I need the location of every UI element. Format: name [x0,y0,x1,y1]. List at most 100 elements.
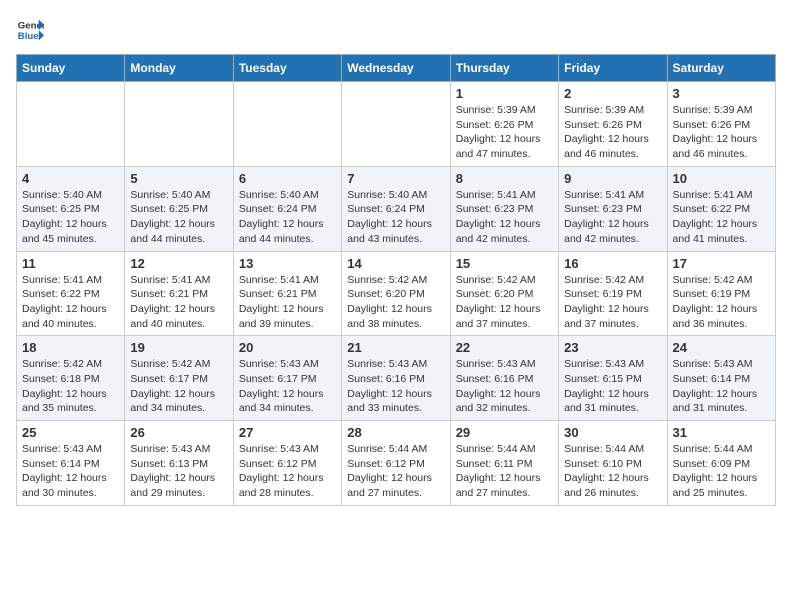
day-number: 26 [130,425,227,440]
header-day-wednesday: Wednesday [342,55,450,82]
calendar-cell: 26 Sunrise: 5:43 AM Sunset: 6:13 PM Dayli… [125,421,233,506]
logo: General Blue [16,16,48,44]
calendar-cell: 31 Sunrise: 5:44 AM Sunset: 6:09 PM Dayli… [667,421,775,506]
day-number: 9 [564,171,661,186]
day-info: Sunrise: 5:41 AM Sunset: 6:21 PM Dayligh… [239,273,336,332]
calendar-cell: 21 Sunrise: 5:43 AM Sunset: 6:16 PM Dayli… [342,336,450,421]
day-info: Sunrise: 5:40 AM Sunset: 6:25 PM Dayligh… [22,188,119,247]
day-number: 22 [456,340,553,355]
calendar-cell: 7 Sunrise: 5:40 AM Sunset: 6:24 PM Daylig… [342,166,450,251]
day-info: Sunrise: 5:42 AM Sunset: 6:17 PM Dayligh… [130,357,227,416]
day-info: Sunrise: 5:40 AM Sunset: 6:24 PM Dayligh… [239,188,336,247]
calendar-table: SundayMondayTuesdayWednesdayThursdayFrid… [16,54,776,506]
calendar-cell: 24 Sunrise: 5:43 AM Sunset: 6:14 PM Dayli… [667,336,775,421]
calendar-cell: 23 Sunrise: 5:43 AM Sunset: 6:15 PM Dayli… [559,336,667,421]
day-info: Sunrise: 5:41 AM Sunset: 6:22 PM Dayligh… [673,188,770,247]
day-info: Sunrise: 5:43 AM Sunset: 6:14 PM Dayligh… [673,357,770,416]
calendar-cell: 8 Sunrise: 5:41 AM Sunset: 6:23 PM Daylig… [450,166,558,251]
day-number: 31 [673,425,770,440]
day-number: 17 [673,256,770,271]
day-number: 8 [456,171,553,186]
day-info: Sunrise: 5:44 AM Sunset: 6:11 PM Dayligh… [456,442,553,501]
day-number: 10 [673,171,770,186]
calendar-cell: 6 Sunrise: 5:40 AM Sunset: 6:24 PM Daylig… [233,166,341,251]
day-info: Sunrise: 5:39 AM Sunset: 6:26 PM Dayligh… [673,103,770,162]
day-info: Sunrise: 5:41 AM Sunset: 6:22 PM Dayligh… [22,273,119,332]
day-number: 29 [456,425,553,440]
day-number: 18 [22,340,119,355]
day-info: Sunrise: 5:44 AM Sunset: 6:12 PM Dayligh… [347,442,444,501]
day-info: Sunrise: 5:42 AM Sunset: 6:19 PM Dayligh… [564,273,661,332]
calendar-cell: 17 Sunrise: 5:42 AM Sunset: 6:19 PM Dayli… [667,251,775,336]
calendar-cell: 4 Sunrise: 5:40 AM Sunset: 6:25 PM Daylig… [17,166,125,251]
calendar-cell: 25Sunrise: 5:43 AM Sunset: 6:14 PM Dayli… [17,421,125,506]
header-day-monday: Monday [125,55,233,82]
day-info: Sunrise: 5:43 AM Sunset: 6:17 PM Dayligh… [239,357,336,416]
calendar-cell: 9 Sunrise: 5:41 AM Sunset: 6:23 PM Daylig… [559,166,667,251]
day-number: 16 [564,256,661,271]
calendar-cell [125,82,233,167]
logo-icon: General Blue [16,16,44,44]
day-info: Sunrise: 5:43 AM Sunset: 6:14 PM Dayligh… [22,442,119,501]
calendar-cell: 19 Sunrise: 5:42 AM Sunset: 6:17 PM Dayli… [125,336,233,421]
day-info: Sunrise: 5:43 AM Sunset: 6:12 PM Dayligh… [239,442,336,501]
day-number: 5 [130,171,227,186]
day-number: 23 [564,340,661,355]
header-day-friday: Friday [559,55,667,82]
calendar-week-row: 25Sunrise: 5:43 AM Sunset: 6:14 PM Dayli… [17,421,776,506]
day-info: Sunrise: 5:41 AM Sunset: 6:23 PM Dayligh… [456,188,553,247]
day-number: 30 [564,425,661,440]
day-number: 24 [673,340,770,355]
day-number: 21 [347,340,444,355]
calendar-cell [17,82,125,167]
day-number: 27 [239,425,336,440]
day-info: Sunrise: 5:41 AM Sunset: 6:23 PM Dayligh… [564,188,661,247]
day-number: 4 [22,171,119,186]
day-info: Sunrise: 5:44 AM Sunset: 6:10 PM Dayligh… [564,442,661,501]
day-info: Sunrise: 5:43 AM Sunset: 6:16 PM Dayligh… [456,357,553,416]
calendar-cell: 3 Sunrise: 5:39 AM Sunset: 6:26 PM Daylig… [667,82,775,167]
calendar-cell: 14 Sunrise: 5:42 AM Sunset: 6:20 PM Dayli… [342,251,450,336]
day-number: 7 [347,171,444,186]
header-day-sunday: Sunday [17,55,125,82]
day-info: Sunrise: 5:42 AM Sunset: 6:19 PM Dayligh… [673,273,770,332]
calendar-cell: 16 Sunrise: 5:42 AM Sunset: 6:19 PM Dayli… [559,251,667,336]
header-day-thursday: Thursday [450,55,558,82]
calendar-cell: 27 Sunrise: 5:43 AM Sunset: 6:12 PM Dayli… [233,421,341,506]
calendar-cell: 2 Sunrise: 5:39 AM Sunset: 6:26 PM Daylig… [559,82,667,167]
day-number: 15 [456,256,553,271]
day-number: 13 [239,256,336,271]
calendar-cell [233,82,341,167]
calendar-cell: 18 Sunrise: 5:42 AM Sunset: 6:18 PM Dayli… [17,336,125,421]
calendar-week-row: 1Sunrise: 5:39 AM Sunset: 6:26 PM Daylig… [17,82,776,167]
header-day-saturday: Saturday [667,55,775,82]
day-info: Sunrise: 5:42 AM Sunset: 6:18 PM Dayligh… [22,357,119,416]
calendar-cell: 15 Sunrise: 5:42 AM Sunset: 6:20 PM Dayli… [450,251,558,336]
calendar-cell: 22 Sunrise: 5:43 AM Sunset: 6:16 PM Dayli… [450,336,558,421]
day-number: 3 [673,86,770,101]
day-number: 19 [130,340,227,355]
calendar-cell: 1Sunrise: 5:39 AM Sunset: 6:26 PM Daylig… [450,82,558,167]
day-number: 11 [22,256,119,271]
calendar-cell: 28Sunrise: 5:44 AM Sunset: 6:12 PM Dayli… [342,421,450,506]
day-info: Sunrise: 5:41 AM Sunset: 6:21 PM Dayligh… [130,273,227,332]
day-info: Sunrise: 5:39 AM Sunset: 6:26 PM Dayligh… [456,103,553,162]
day-info: Sunrise: 5:40 AM Sunset: 6:24 PM Dayligh… [347,188,444,247]
calendar-cell: 30 Sunrise: 5:44 AM Sunset: 6:10 PM Dayli… [559,421,667,506]
day-info: Sunrise: 5:44 AM Sunset: 6:09 PM Dayligh… [673,442,770,501]
day-number: 12 [130,256,227,271]
page-header: General Blue [16,16,776,44]
calendar-cell: 10 Sunrise: 5:41 AM Sunset: 6:22 PM Dayli… [667,166,775,251]
day-number: 14 [347,256,444,271]
day-info: Sunrise: 5:43 AM Sunset: 6:16 PM Dayligh… [347,357,444,416]
day-info: Sunrise: 5:42 AM Sunset: 6:20 PM Dayligh… [456,273,553,332]
day-info: Sunrise: 5:39 AM Sunset: 6:26 PM Dayligh… [564,103,661,162]
day-info: Sunrise: 5:43 AM Sunset: 6:13 PM Dayligh… [130,442,227,501]
calendar-cell: 11 Sunrise: 5:41 AM Sunset: 6:22 PM Dayli… [17,251,125,336]
calendar-cell: 29 Sunrise: 5:44 AM Sunset: 6:11 PM Dayli… [450,421,558,506]
day-info: Sunrise: 5:43 AM Sunset: 6:15 PM Dayligh… [564,357,661,416]
header-day-tuesday: Tuesday [233,55,341,82]
day-info: Sunrise: 5:42 AM Sunset: 6:20 PM Dayligh… [347,273,444,332]
day-number: 2 [564,86,661,101]
day-number: 6 [239,171,336,186]
